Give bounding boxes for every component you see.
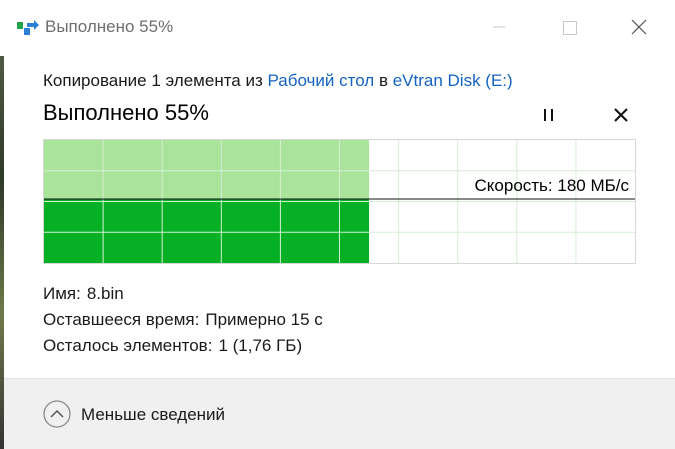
close-window-button[interactable]	[615, 8, 661, 46]
source-folder-link[interactable]: Рабочий стол	[268, 71, 375, 90]
close-icon	[614, 108, 628, 122]
progress-headline: Выполнено 55%	[43, 100, 209, 125]
maximize-button[interactable]	[546, 8, 592, 46]
less-details-toggle[interactable]	[42, 399, 72, 429]
speed-label: Скорость: 180 МБ/с	[474, 176, 630, 195]
pause-icon	[544, 109, 553, 121]
name-label: Имя:	[43, 284, 81, 303]
name-value: 8.bin	[86, 284, 124, 303]
items-value: 1 (1,76 ГБ)	[218, 336, 303, 355]
copy-arrow-icon	[17, 20, 39, 36]
copy-description: Копирование 1 элемента из Рабочий стол в…	[43, 71, 513, 91]
items-label: Осталось элементов:	[43, 336, 213, 355]
minimize-button[interactable]	[476, 8, 522, 46]
less-details-label[interactable]: Меньше сведений	[81, 405, 225, 425]
time-value: Примерно 15 с	[205, 310, 323, 329]
speed-history-fill	[44, 199, 370, 263]
close-icon	[631, 19, 647, 35]
chevron-up-icon	[43, 400, 71, 428]
transfer-speed-graph: Скорость: 180 МБ/с	[43, 139, 636, 264]
copy-dialog-window: Выполнено 55% Копирование 1 элемента из …	[0, 0, 675, 449]
destination-drive-link[interactable]: eVtran Disk (E:)	[393, 71, 513, 90]
transfer-details: Имя: 8.bin Оставшееся время: Примерно 15 с…	[43, 281, 323, 359]
detail-items-row: Осталось элементов: 1 (1,76 ГБ)	[43, 333, 323, 359]
cancel-button[interactable]	[610, 104, 632, 126]
window-title: Выполнено 55%	[45, 17, 174, 36]
detail-time-row: Оставшееся время: Примерно 15 с	[43, 307, 323, 333]
pause-button[interactable]	[538, 104, 560, 126]
detail-name-row: Имя: 8.bin	[43, 281, 323, 307]
minimize-icon	[493, 26, 505, 28]
time-label: Оставшееся время:	[43, 310, 200, 329]
title-bar: Выполнено 55%	[0, 0, 675, 56]
description-prefix: Копирование 1 элемента из	[43, 71, 268, 90]
footer-bar: Меньше сведений	[4, 378, 675, 449]
maximize-icon	[563, 21, 577, 35]
description-middle: в	[374, 71, 393, 90]
speed-graph-canvas	[44, 140, 635, 263]
